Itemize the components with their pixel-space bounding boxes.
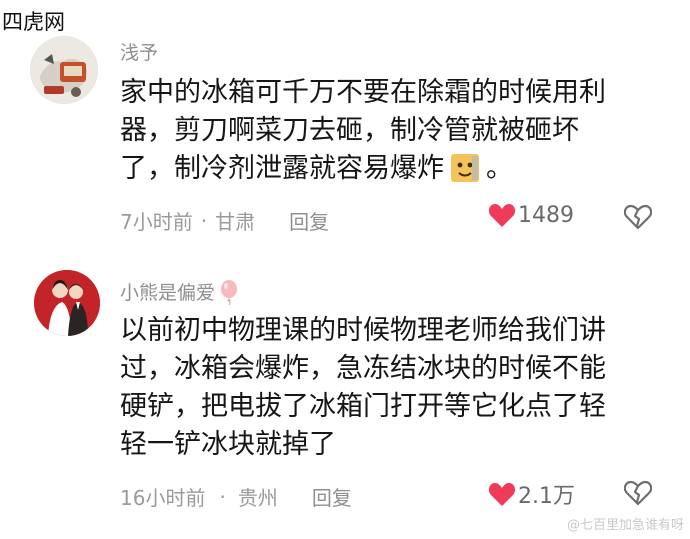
heart-icon: [488, 204, 516, 227]
meta-separator: ·: [219, 484, 226, 509]
avatar[interactable]: [34, 270, 100, 336]
comment-time: 7小时前: [120, 210, 193, 234]
comment-tail: 。: [486, 153, 513, 184]
comment-meta: 7小时前 · 甘肃 回复: [120, 206, 329, 235]
dislike-button[interactable]: [624, 480, 652, 506]
username[interactable]: 浅予: [120, 38, 158, 65]
comment-meta: 16小时前 · 贵州 回复: [120, 482, 352, 511]
comment-line-text: 了，制冷剂泄露就容易爆炸: [120, 153, 444, 184]
like-count: 2.1万: [518, 484, 575, 509]
comment-card: 浅予 家中的冰箱可千万不要在除霜的时候用利 器，剪刀啊菜刀去砸，制冷管就被砸坏 …: [28, 30, 668, 245]
heart-icon: [488, 483, 516, 506]
comment-text: 以前初中物理课的时候物理老师给我们讲 过，冰箱会爆炸，急冻结冰块的时候不能 硬铲…: [120, 312, 672, 464]
comment-line: 轻一铲冰块就掉了: [120, 429, 336, 460]
meta-separator: ·: [200, 208, 208, 233]
broken-heart-icon: [624, 204, 652, 230]
dislike-button[interactable]: [624, 204, 652, 230]
comment-line: 了，制冷剂泄露就容易爆炸 。: [120, 150, 672, 194]
like-count: 1489: [518, 202, 574, 228]
balloon-icon: [219, 279, 239, 310]
comment-text: 家中的冰箱可千万不要在除霜的时候用利 器，剪刀啊菜刀去砸，制冷管就被砸坏 了，制…: [120, 74, 672, 194]
reply-button[interactable]: 回复: [289, 206, 329, 235]
avatar[interactable]: [30, 36, 98, 104]
comment-time: 16小时前: [120, 486, 206, 510]
like-button[interactable]: 2.1万: [488, 478, 575, 510]
comment-line: 过，冰箱会爆炸，急冻结冰块的时候不能: [120, 353, 606, 384]
comment-card: 小熊是偏爱 以前初中物理课的时候物理老师给我们讲 过，冰箱会爆炸，急冻结冰块的时…: [28, 262, 668, 522]
reply-button[interactable]: 回复: [312, 482, 352, 511]
broken-heart-icon: [624, 480, 652, 506]
username-text: 小熊是偏爱: [120, 282, 216, 304]
comment-line: 器，剪刀啊菜刀去砸，制冷管就被砸坏: [120, 115, 579, 146]
emoji-sticker-icon: [450, 153, 480, 194]
like-button[interactable]: 1489: [488, 202, 574, 228]
comment-location: 贵州: [237, 486, 278, 510]
username[interactable]: 小熊是偏爱: [120, 278, 239, 310]
comment-line: 硬铲，把电拔了冰箱门打开等它化点了轻: [120, 391, 606, 422]
comment-line: 以前初中物理课的时候物理老师给我们讲: [120, 315, 606, 346]
comment-location: 甘肃: [215, 210, 256, 234]
watermark: @七百里加急谁有呀: [566, 518, 684, 533]
comment-line: 家中的冰箱可千万不要在除霜的时候用利: [120, 77, 606, 108]
